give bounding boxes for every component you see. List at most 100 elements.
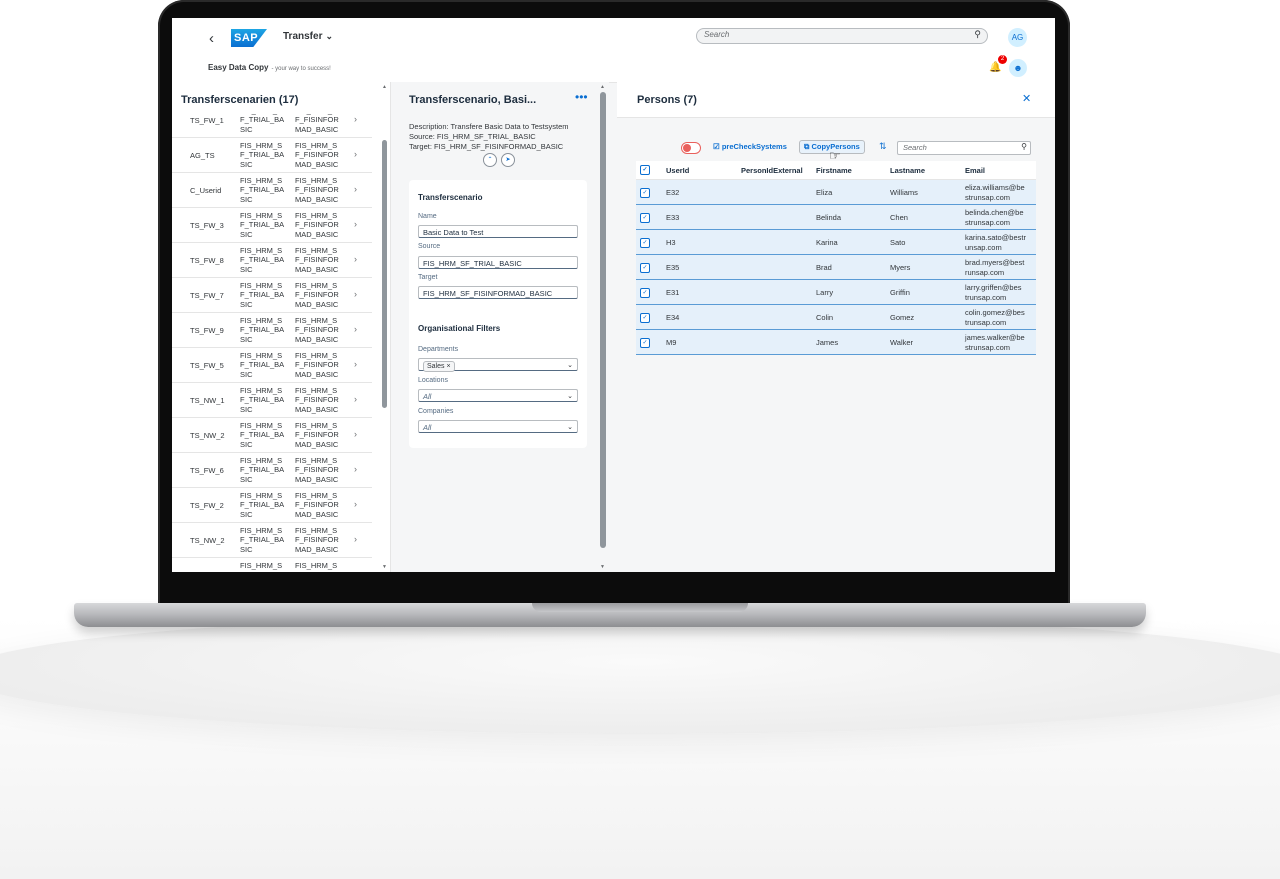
search-icon[interactable]: ⚲: [1021, 142, 1027, 151]
table-row[interactable]: ✓ E34 Colin Gomez colin.gomez@bes trunsap.co…: [636, 305, 1036, 330]
list-item[interactable]: TS_FW_7 FIS_HRM_S F_TRIAL_BA SIC FIS_HRM_S…: [172, 278, 372, 313]
chevron-down-icon[interactable]: ⌄: [567, 390, 573, 403]
chevron-down-icon[interactable]: ⌄: [567, 421, 573, 434]
app-title-menu[interactable]: Transfer ⌄: [283, 31, 333, 42]
scenario-scrollbar[interactable]: [382, 140, 387, 408]
chevron-right-icon[interactable]: ›: [354, 184, 357, 194]
list-item[interactable]: AG_TS FIS_HRM_S F_TRIAL_BA SIC FIS_HRM_S F…: [172, 138, 372, 173]
sort-icon[interactable]: ⇅: [879, 141, 887, 152]
avatar[interactable]: AG: [1008, 28, 1027, 47]
list-item[interactable]: TS_FW_6FIS_HRM_S F_TRIAL_BA SICFIS_HRM_S…: [172, 558, 372, 572]
column-header[interactable]: Firstname: [816, 166, 852, 175]
department-token-label: Sales: [427, 363, 445, 370]
chevron-right-icon[interactable]: ›: [354, 254, 357, 264]
shell-search-input[interactable]: Search ⚲: [696, 28, 988, 44]
table-row[interactable]: ✓ H3 Karina Sato karina.sato@bestr unsap.com: [636, 230, 1036, 255]
companies-value: All: [423, 423, 432, 432]
list-item[interactable]: TS_NW_1 FIS_HRM_S F_TRIAL_BA SIC FIS_HRM_S…: [172, 383, 372, 418]
cell-email: karina.sato@bestr unsap.com: [965, 233, 1026, 252]
table-row[interactable]: ✓ E32 Eliza Williams eliza.williams@be strun…: [636, 180, 1036, 205]
persons-search-input[interactable]: Search ⚲: [897, 141, 1031, 155]
list-item[interactable]: TS_FW_2 FIS_HRM_S F_TRIAL_BA SIC FIS_HRM_S…: [172, 488, 372, 523]
cell-userid: E31: [666, 288, 680, 297]
chevron-right-icon[interactable]: ›: [354, 464, 357, 474]
table-row[interactable]: ✓ M9 James Walker james.walker@be strunsap.c…: [636, 330, 1036, 355]
row-checkbox[interactable]: ✓: [640, 188, 650, 198]
chevron-right-icon[interactable]: ›: [354, 289, 357, 299]
scroll-up-icon[interactable]: ▲: [382, 84, 387, 90]
detail-source: Source: FIS_HRM_SF_TRIAL_BASIC: [409, 132, 536, 141]
column-header[interactable]: UserId: [666, 166, 689, 175]
locations-select[interactable]: All ⌄: [418, 389, 578, 402]
back-icon[interactable]: ‹: [209, 30, 214, 47]
target-field[interactable]: FIS_HRM_SF_FISINFORMAD_BASIC: [418, 286, 578, 299]
list-item[interactable]: TS_FW_1 FIS_HRM_S F_TRIAL_BA SIC FIS_HRM_S…: [172, 113, 372, 138]
department-token[interactable]: Sales ×: [423, 361, 455, 372]
chevron-right-icon[interactable]: ›: [354, 324, 357, 334]
detail-header-info: Description: Transfere Basic Data to Tes…: [409, 122, 569, 152]
scenario-list[interactable]: TS_FW_1 FIS_HRM_S F_TRIAL_BA SIC FIS_HRM_S…: [172, 113, 372, 572]
cell-userid: E32: [666, 188, 680, 197]
row-checkbox[interactable]: ✓: [640, 288, 650, 298]
list-item[interactable]: TS_FW_5 FIS_HRM_S F_TRIAL_BA SIC FIS_HRM_S…: [172, 348, 372, 383]
precheck-systems-button[interactable]: ☑ preCheckSystems: [713, 142, 787, 151]
cell-firstname: Colin: [816, 313, 834, 322]
scroll-up-icon[interactable]: ▲: [600, 84, 605, 90]
select-all-checkbox[interactable]: ✓: [640, 165, 650, 175]
companies-select[interactable]: All ⌄: [418, 420, 578, 433]
departments-multiselect[interactable]: Sales × ⌄: [418, 358, 578, 372]
list-item[interactable]: TS_NW_2 FIS_HRM_S F_TRIAL_BA SIC FIS_HRM_S…: [172, 418, 372, 453]
chevron-right-icon[interactable]: ›: [354, 114, 357, 124]
table-row[interactable]: ✓ E35 Brad Myers brad.myers@best runsap.com: [636, 255, 1036, 280]
scroll-down-icon[interactable]: ▼: [600, 564, 605, 570]
column-header[interactable]: Lastname: [890, 166, 925, 175]
search-placeholder: Search: [903, 143, 927, 152]
row-checkbox[interactable]: ✓: [640, 213, 650, 223]
chevron-right-icon[interactable]: ›: [354, 219, 357, 229]
list-item[interactable]: TS_FW_3 FIS_HRM_S F_TRIAL_BA SIC FIS_HRM_S…: [172, 208, 372, 243]
list-item[interactable]: TS_FW_8 FIS_HRM_S F_TRIAL_BA SIC FIS_HRM_S…: [172, 243, 372, 278]
detail-scrollbar[interactable]: [600, 92, 606, 548]
list-item[interactable]: C_Userid FIS_HRM_S F_TRIAL_BA SIC FIS_HRM_…: [172, 173, 372, 208]
scenario-source: FIS_HRM_S F_TRIAL_BA SIC: [240, 560, 284, 572]
remove-token-icon[interactable]: ×: [446, 363, 450, 370]
scenario-id: TS_FW_7: [190, 290, 224, 300]
more-icon[interactable]: •••: [575, 90, 588, 104]
chevron-down-icon[interactable]: ⌄: [567, 359, 573, 372]
row-checkbox[interactable]: ✓: [640, 263, 650, 273]
source-field[interactable]: FIS_HRM_SF_TRIAL_BASIC: [418, 256, 578, 269]
column-header[interactable]: Email: [965, 166, 985, 175]
column-header[interactable]: PersonIdExternal: [741, 166, 803, 175]
chevron-right-icon[interactable]: ›: [354, 149, 357, 159]
name-field[interactable]: Basic Data to Test: [418, 225, 578, 238]
chevron-right-icon[interactable]: ›: [354, 429, 357, 439]
table-row[interactable]: ✓ E31 Larry Griffin larry.griffen@bes trunsa…: [636, 280, 1036, 305]
app-title: Transfer: [283, 31, 323, 42]
user-icon[interactable]: ☻: [1009, 59, 1027, 77]
row-checkbox[interactable]: ✓: [640, 238, 650, 248]
chevron-right-icon[interactable]: ›: [354, 394, 357, 404]
toggle-switch[interactable]: [681, 142, 701, 154]
chevron-right-icon[interactable]: ›: [354, 359, 357, 369]
column-resize-handle[interactable]: ⠿: [1054, 373, 1055, 381]
list-item[interactable]: TS_NW_2 FIS_HRM_S F_TRIAL_BA SIC FIS_HRM_S…: [172, 523, 372, 558]
list-item[interactable]: TS_FW_6FIS_HRM_S F_TRIAL_BA SICFIS_HRM_S…: [172, 453, 372, 488]
cell-email: larry.griffen@bes trunsap.com: [965, 283, 1022, 302]
scenario-source: FIS_HRM_S F_TRIAL_BA SIC: [240, 140, 284, 169]
chevron-right-icon[interactable]: ›: [354, 569, 357, 572]
row-checkbox[interactable]: ✓: [640, 338, 650, 348]
scroll-down-icon[interactable]: ▼: [382, 564, 387, 570]
search-icon[interactable]: ⚲: [974, 29, 981, 40]
table-row[interactable]: ✓ E33 Belinda Chen belinda.chen@be strunsap.…: [636, 205, 1036, 230]
chevron-right-icon[interactable]: ›: [354, 499, 357, 509]
list-item[interactable]: TS_FW_9 FIS_HRM_S F_TRIAL_BA SIC FIS_HRM_S…: [172, 313, 372, 348]
close-icon[interactable]: ✕: [1022, 92, 1031, 105]
collapse-header-icon[interactable]: ⌃: [483, 153, 497, 167]
sap-logo[interactable]: SAP: [231, 29, 267, 47]
bell-icon[interactable]: 🔔: [989, 62, 1001, 73]
row-checkbox[interactable]: ✓: [640, 313, 650, 323]
chevron-right-icon[interactable]: ›: [354, 534, 357, 544]
pin-icon[interactable]: ➤: [501, 153, 515, 167]
scenario-target: FIS_HRM_S F_FISINFOR MAD_BASIC: [295, 560, 339, 572]
cell-firstname: James: [816, 338, 839, 347]
